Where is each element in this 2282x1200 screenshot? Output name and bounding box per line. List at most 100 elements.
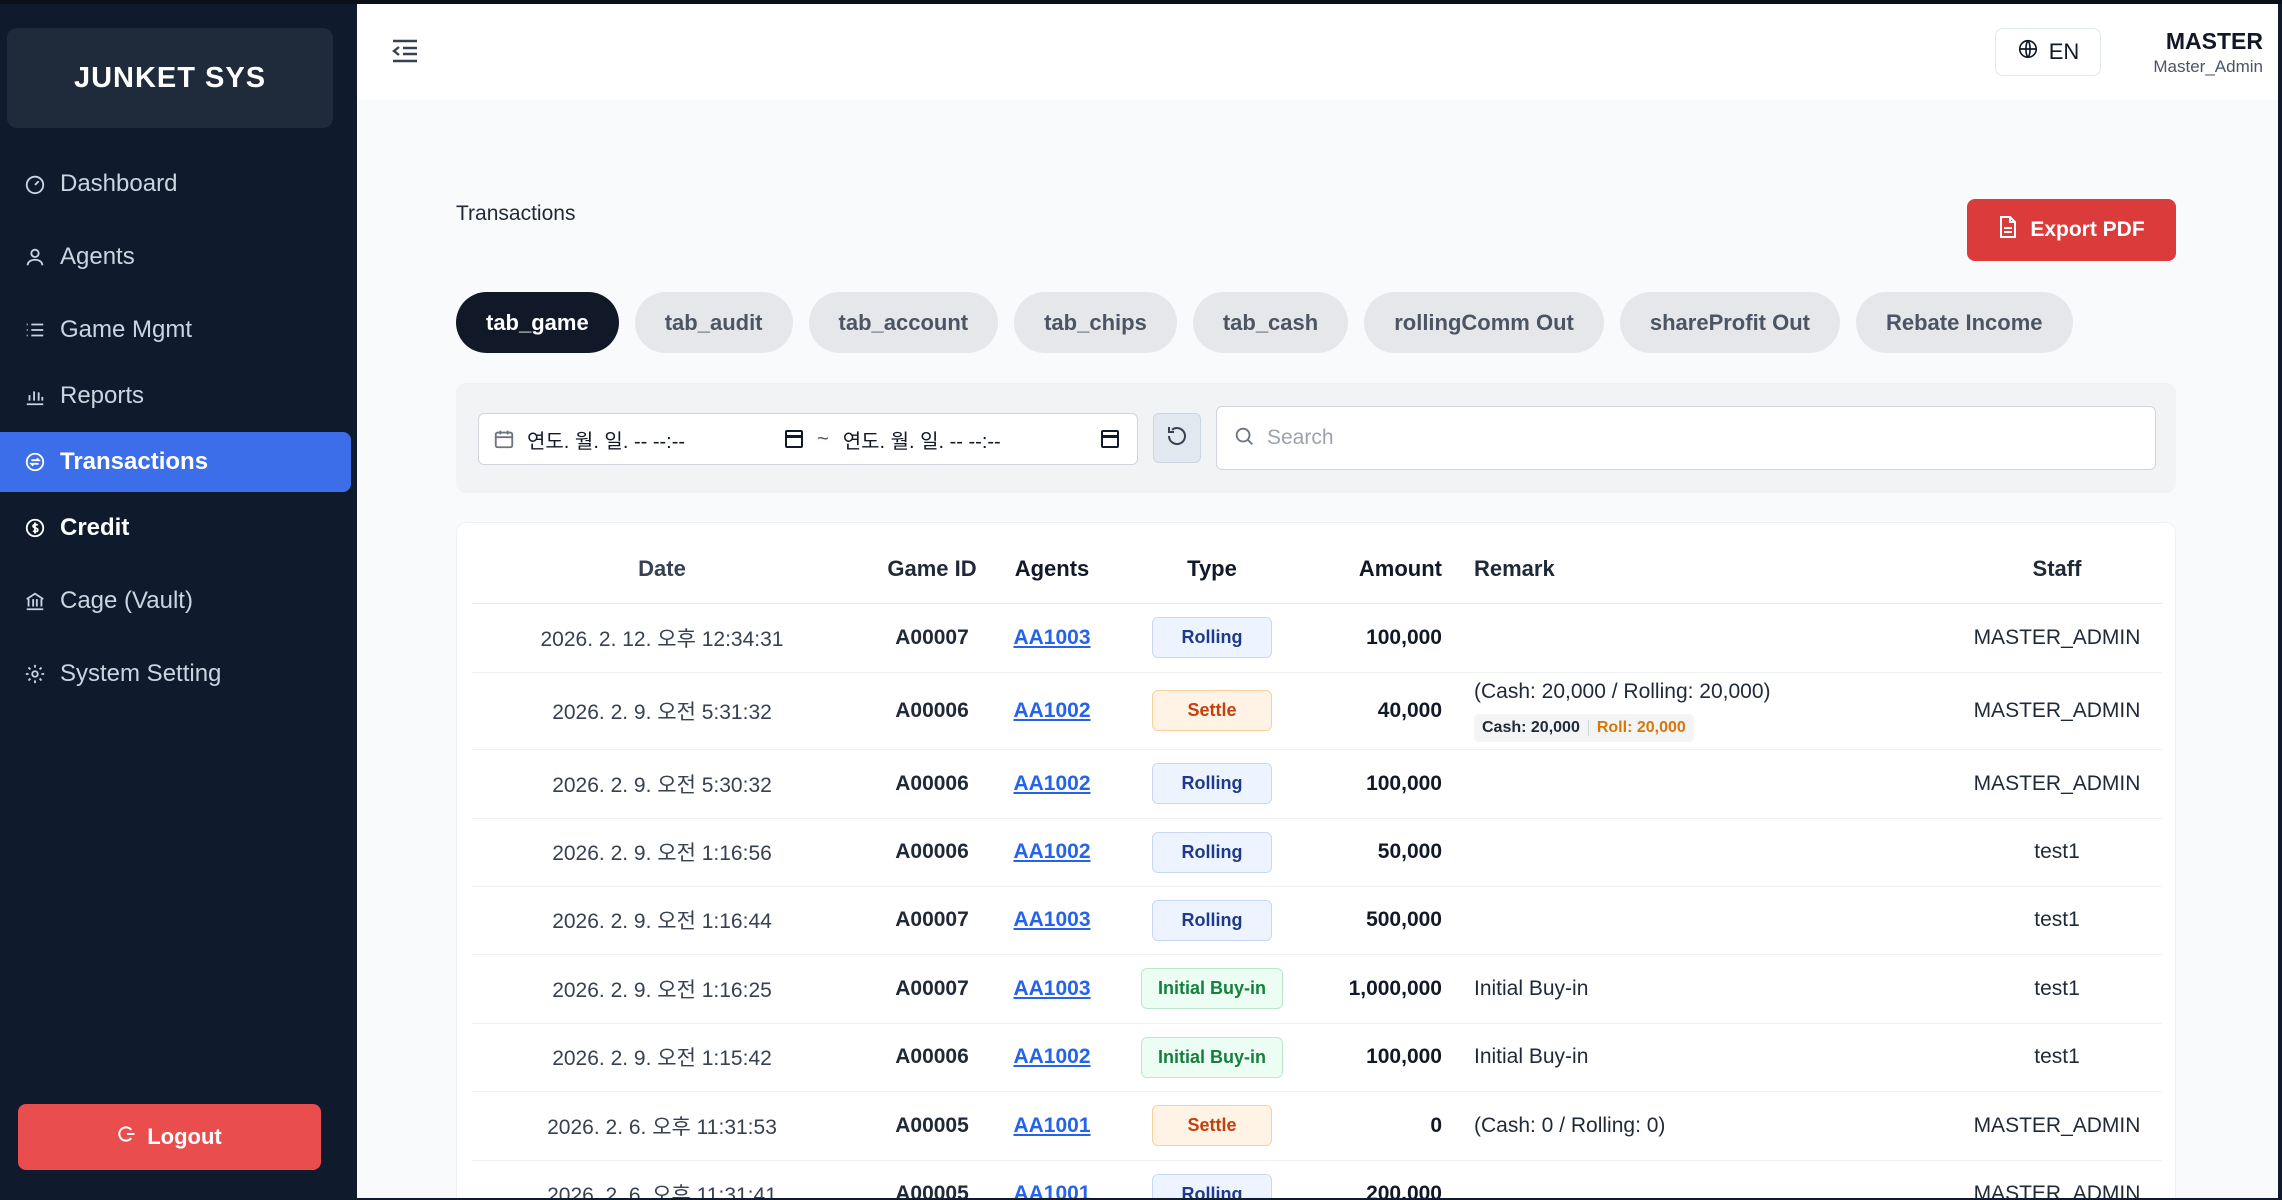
table-row[interactable]: 2026. 2. 9. 오전 1:16:44 A00007 AA1003 Rol… [472, 886, 2162, 955]
export-pdf-button[interactable]: Export PDF [1967, 199, 2176, 261]
tab-game[interactable]: tab_game [456, 292, 619, 353]
agent-link[interactable]: AA1002 [1013, 840, 1090, 863]
menu-toggle-icon[interactable] [391, 38, 421, 66]
cell-staff: test1 [1952, 954, 2162, 1024]
column-header-game-id[interactable]: Game ID [852, 535, 1012, 604]
sidebar-item-system-setting[interactable]: System Setting [0, 644, 351, 704]
column-header-date[interactable]: Date [472, 535, 852, 604]
sidebar-item-label: Game Mgmt [60, 316, 193, 343]
cell-date: 2026. 2. 9. 오전 5:30:32 [472, 749, 852, 819]
top-bar: EN MASTER Master_Admin [357, 4, 2278, 100]
tab-account[interactable]: tab_account [808, 292, 999, 353]
cell-game-id: A00006 [852, 1023, 1012, 1092]
type-badge: Settle [1152, 1105, 1272, 1146]
table-row[interactable]: 2026. 2. 9. 오전 1:16:56 A00006 AA1002 Rol… [472, 818, 2162, 887]
table-row[interactable]: 2026. 2. 6. 오후 11:31:41 A00005 AA1001 Ro… [472, 1160, 2162, 1198]
cell-amount: 100,000 [1332, 603, 1442, 673]
cell-game-id: A00006 [852, 672, 1012, 750]
user-role: Master_Admin [2153, 57, 2263, 76]
tab-rolling-comm-out[interactable]: rollingComm Out [1364, 292, 1604, 353]
file-icon [1998, 215, 2018, 245]
date-range-picker: 연도. 월. 일. -- --:-- ~ 연도. 월. 일. -- --:-- [478, 413, 1138, 465]
date-separator: ~ [817, 427, 829, 450]
sidebar-item-cage-vault[interactable]: Cage (Vault) [0, 571, 351, 631]
search-input[interactable] [1267, 426, 2117, 450]
agent-link[interactable]: AA1003 [1013, 908, 1090, 931]
language-button[interactable]: EN [1995, 28, 2101, 76]
sidebar-item-label: Cage (Vault) [60, 587, 193, 614]
agent-link[interactable]: AA1001 [1013, 1114, 1090, 1137]
sidebar-item-dashboard[interactable]: Dashboard [0, 154, 351, 214]
type-badge: Initial Buy-in [1141, 1036, 1283, 1078]
sidebar-item-agents[interactable]: Agents [0, 227, 351, 287]
table-row[interactable]: 2026. 2. 9. 오전 1:16:25 A00007 AA1003 Ini… [472, 954, 2162, 1024]
agent-link[interactable]: AA1001 [1013, 1182, 1090, 1198]
table-row[interactable]: 2026. 2. 9. 오전 1:15:42 A00006 AA1002 Ini… [472, 1023, 2162, 1092]
agent-link[interactable]: AA1003 [1013, 977, 1090, 1000]
agent-link[interactable]: AA1003 [1013, 626, 1090, 649]
tab-chips[interactable]: tab_chips [1014, 292, 1177, 353]
dollar-icon [24, 517, 46, 539]
table-row[interactable]: 2026. 2. 6. 오후 11:31:53 A00005 AA1001 Se… [472, 1091, 2162, 1161]
agent-link[interactable]: AA1002 [1013, 772, 1090, 795]
tab-rebate-income[interactable]: Rebate Income [1856, 292, 2073, 353]
cell-amount: 0 [1332, 1091, 1442, 1161]
cell-staff: MASTER_ADMIN [1952, 1091, 2162, 1161]
logout-label: Logout [147, 1124, 222, 1149]
sidebar-item-reports[interactable]: Reports [0, 366, 351, 426]
cell-amount: 100,000 [1332, 749, 1442, 819]
date-from-calendar-icon[interactable] [785, 430, 803, 448]
cell-game-id: A00005 [852, 1160, 1012, 1198]
reset-button[interactable] [1153, 413, 1201, 463]
column-header-amount[interactable]: Amount [1332, 535, 1442, 604]
bank-icon [24, 590, 46, 612]
logout-button[interactable]: Logout [18, 1104, 321, 1170]
sidebar-item-label: System Setting [60, 660, 222, 687]
user-profile[interactable]: MASTER Master_Admin [2113, 28, 2263, 77]
table-row[interactable]: 2026. 2. 9. 오전 5:31:32 A00006 AA1002 Set… [472, 672, 2162, 750]
cell-date: 2026. 2. 6. 오후 11:31:41 [472, 1160, 852, 1198]
export-pdf-label: Export PDF [2030, 218, 2145, 241]
divider [1587, 719, 1589, 736]
tab-audit[interactable]: tab_audit [634, 292, 793, 353]
cell-staff: MASTER_ADMIN [1952, 603, 2162, 673]
agent-link[interactable]: AA1002 [1013, 699, 1090, 722]
cell-remark [1442, 1160, 1952, 1198]
sidebar-item-label: Transactions [60, 448, 209, 475]
date-from-input[interactable]: 연도. 월. 일. -- --:-- [527, 425, 777, 454]
calendar-icon [493, 428, 515, 450]
refresh-icon [1165, 424, 1189, 453]
gear-icon [24, 663, 46, 685]
cell-amount: 100,000 [1332, 1023, 1442, 1092]
filter-bar: 연도. 월. 일. -- --:-- ~ 연도. 월. 일. -- --:-- [456, 383, 2176, 493]
remark-text: (Cash: 20,000 / Rolling: 20,000) [1474, 679, 1771, 703]
column-header-agents[interactable]: Agents [1012, 535, 1092, 604]
brand-logo: JUNKET SYS [7, 28, 333, 128]
column-header-remark[interactable]: Remark [1442, 535, 1952, 604]
cell-date: 2026. 2. 9. 오전 1:16:56 [472, 818, 852, 887]
date-to-input[interactable]: 연도. 월. 일. -- --:-- [843, 425, 1093, 454]
sidebar-item-credit[interactable]: Credit [0, 498, 351, 558]
type-badge: Settle [1152, 690, 1272, 731]
search-box [1216, 406, 2156, 470]
column-header-type[interactable]: Type [1092, 535, 1332, 604]
user-name: MASTER [2165, 28, 2263, 54]
sidebar-item-label: Dashboard [60, 170, 178, 197]
cell-remark: (Cash: 0 / Rolling: 0) [1442, 1091, 1952, 1161]
cell-amount: 1,000,000 [1332, 954, 1442, 1024]
sidebar-item-game-mgmt[interactable]: Game Mgmt [0, 300, 351, 360]
column-header-staff[interactable]: Staff [1952, 535, 2162, 604]
tab-cash[interactable]: tab_cash [1192, 292, 1349, 353]
tab-share-profit-out[interactable]: shareProfit Out [1619, 292, 1840, 353]
user-icon [24, 246, 46, 268]
table-row[interactable]: 2026. 2. 9. 오전 5:30:32 A00006 AA1002 Rol… [472, 749, 2162, 819]
cell-amount: 40,000 [1332, 672, 1442, 750]
cell-game-id: A00007 [852, 886, 1012, 955]
sidebar-item-transactions[interactable]: Transactions [0, 432, 351, 492]
table-row[interactable]: 2026. 2. 12. 오후 12:34:31 A00007 AA1003 R… [472, 603, 2162, 673]
agent-link[interactable]: AA1002 [1013, 1045, 1090, 1068]
type-badge: Rolling [1152, 831, 1272, 873]
cell-date: 2026. 2. 9. 오전 1:15:42 [472, 1023, 852, 1092]
roll-amount: Roll: 20,000 [1596, 718, 1686, 736]
date-to-calendar-icon[interactable] [1100, 430, 1119, 448]
